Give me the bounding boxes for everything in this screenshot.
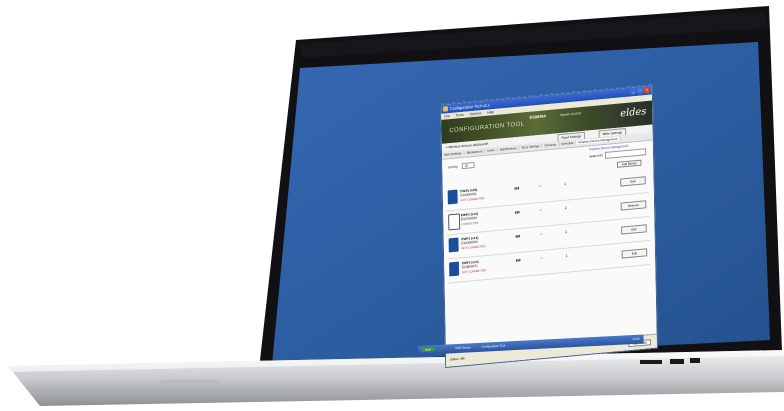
menu-tools[interactable]: Tools [456,113,464,118]
device-icon [448,237,459,253]
add-device-button[interactable]: Add Device [616,159,642,168]
device-state: NOT CONNECTED [461,244,486,251]
tab-background[interactable]: Background [464,148,486,155]
signal-icon: ▮▮▮ [514,185,520,191]
device-icon [449,261,460,277]
device-version: Version: 01.00.0 [559,111,582,118]
battery-icon: ▭ [538,183,542,189]
temperature-icon: 🌡 [564,229,569,234]
device-edit-button[interactable]: Edit [620,176,646,187]
port-hdmi-icon [670,359,684,364]
device-state: NOT CONNECTED [460,196,485,203]
taskbar-item-usb[interactable]: USB Device [455,345,471,350]
search-label: Search ID: [589,153,604,159]
start-button[interactable]: start [421,347,435,352]
device-panel: Wireless Device Management Sort by: ID S… [442,140,657,352]
sort-select[interactable]: ID [461,161,475,170]
minimize-button[interactable]: _ [630,88,637,95]
tab-schedule[interactable]: Schedule [559,140,577,147]
trackpad-notch [160,380,220,386]
eldes-logo: eldes [620,106,647,120]
tab-cameras[interactable]: Cameras [542,142,560,148]
app-window: Configuration Tool v2.x _ □ × File Tools… [440,84,658,368]
menu-help[interactable]: Help [487,110,494,115]
device-edit-button[interactable]: Edit [621,248,648,259]
signal-icon: ▮▮▮ [515,233,521,239]
battery-icon: ▭ [540,255,544,261]
tab-wls-settings[interactable]: WLS Settings [519,143,543,150]
menu-file[interactable]: File [444,114,450,119]
banner-heading: CONFIGURATION TOOL [449,121,525,135]
device-state: CONNECTED [461,220,479,227]
battery-icon: ▭ [539,207,543,213]
status-text: Status: Idle [449,356,465,362]
device-remove-button[interactable]: Remove [620,200,647,211]
sort-label: Sort by: [448,164,459,170]
device-icon [448,213,461,231]
device-edit-button[interactable]: Edit [621,224,647,235]
device-icon [447,189,458,205]
taskbar-clock: 12:00 [632,336,640,342]
signal-icon: ▮▮▮ [514,209,520,215]
laptop-scene [8,6,784,406]
temperature-icon: 🌡 [564,253,569,258]
taskbar-item-config-tool[interactable]: Configuration Tool [481,344,505,349]
temperature-icon: 🌡 [563,205,568,210]
signal-icon: ▮▮▮ [515,257,521,263]
tab-users[interactable]: Users [485,147,498,153]
tab-wall-devices[interactable]: Wall Devices [497,145,520,152]
search-input[interactable] [604,148,647,159]
close-button[interactable]: × [643,86,650,94]
battery-icon: ▭ [539,231,543,237]
port-sd-icon [690,358,700,363]
device-state: NOT CONNECTED [461,268,486,275]
tab-main-settings[interactable]: Main Settings [441,150,465,157]
device-name: ESIM364 [529,113,546,120]
temperature-icon: 🌡 [563,181,568,186]
app-icon [443,106,448,112]
port-usb-icon [640,360,662,364]
maximize-button[interactable]: □ [637,87,644,94]
